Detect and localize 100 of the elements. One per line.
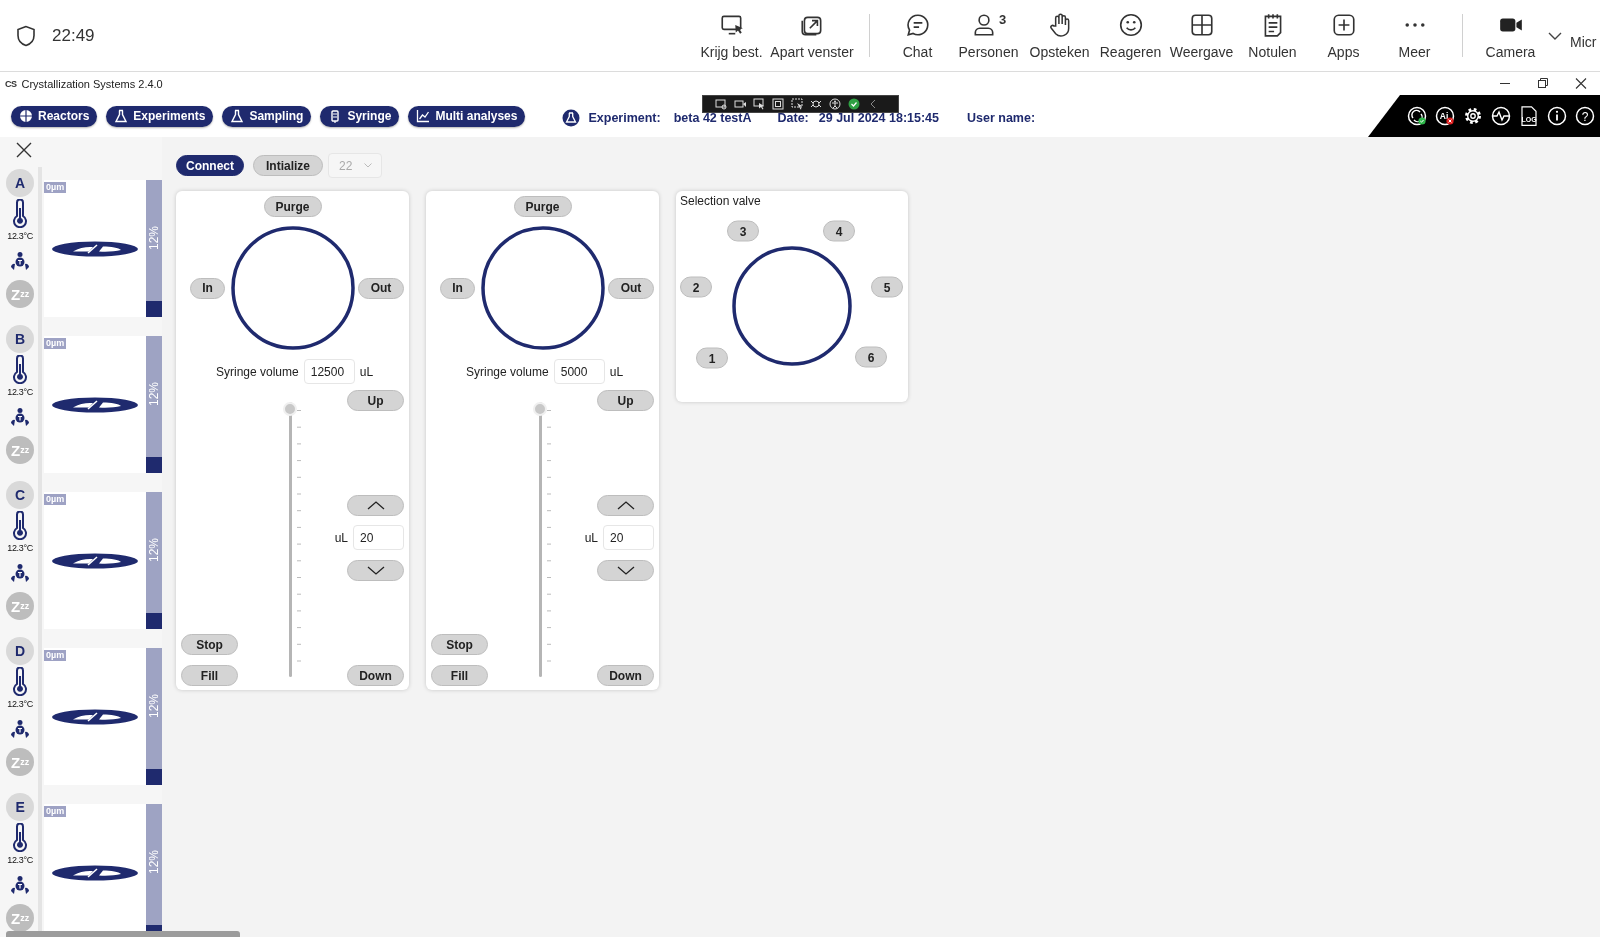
- step-up-button[interactable]: [347, 495, 404, 516]
- volume-slider[interactable]: [283, 402, 303, 677]
- info-icon[interactable]: [1547, 106, 1567, 126]
- nav-tab[interactable]: Experiments: [106, 105, 214, 127]
- valve-port-button[interactable]: 2: [680, 276, 712, 298]
- check-icon[interactable]: [848, 98, 860, 110]
- pulse-icon[interactable]: [1491, 106, 1511, 126]
- chat-icon: [904, 11, 931, 38]
- smiley-button[interactable]: Reageren: [1095, 0, 1166, 71]
- help-icon[interactable]: ?: [1575, 106, 1595, 126]
- size-badge: 0µm: [44, 338, 67, 349]
- unit-label: uL: [609, 364, 624, 379]
- up-button[interactable]: Up: [347, 390, 404, 411]
- step-field[interactable]: 20: [353, 525, 404, 550]
- cursor-icon[interactable]: [753, 98, 765, 110]
- monitor-cursor-button[interactable]: Krijg best.: [696, 0, 767, 71]
- valve-port-button[interactable]: 5: [871, 276, 903, 298]
- level-percent: 12%: [147, 538, 161, 562]
- level-percent: 12%: [147, 226, 161, 250]
- step-down-button[interactable]: [597, 560, 654, 581]
- stirrer-icon: [10, 720, 31, 739]
- thermometer-icon: [12, 511, 29, 540]
- slider-thumb[interactable]: [283, 402, 297, 416]
- chevron-down-icon[interactable]: [1548, 31, 1562, 40]
- fill-button[interactable]: Fill: [181, 665, 238, 686]
- chevron-down-icon: [616, 566, 635, 575]
- sync-status-icon[interactable]: [1407, 106, 1427, 126]
- chevron-down-icon: [364, 163, 373, 168]
- initialize-button[interactable]: Intialize: [253, 155, 323, 176]
- thermometer-icon: [12, 823, 29, 852]
- scrollbar[interactable]: [6, 931, 240, 937]
- sensor-icon[interactable]: [810, 98, 822, 110]
- stirrer-icon: [10, 876, 31, 895]
- toolbar-button[interactable]: Micr: [1570, 0, 1597, 71]
- reactor-letter[interactable]: D: [6, 637, 35, 665]
- grid-button[interactable]: Weergave: [1166, 0, 1237, 71]
- in-button[interactable]: In: [190, 277, 225, 299]
- valve-port-button[interactable]: 1: [696, 347, 728, 369]
- size-badge: 0µm: [44, 494, 67, 505]
- reactor-letter[interactable]: C: [6, 481, 35, 509]
- experiment-name: beta 42 testA: [673, 111, 752, 125]
- nav-tab[interactable]: Sampling: [222, 105, 312, 127]
- valve-port-button[interactable]: 3: [727, 220, 759, 242]
- more-button[interactable]: Meer: [1379, 0, 1450, 71]
- stirrer-icon: [10, 564, 31, 583]
- clock-time: 22:49: [52, 25, 95, 46]
- stop-button[interactable]: Stop: [181, 634, 238, 655]
- up-button[interactable]: Up: [597, 390, 654, 411]
- volume-field[interactable]: 5000: [553, 359, 605, 384]
- level-percent: 12%: [147, 382, 161, 406]
- connect-button[interactable]: Connect: [176, 155, 244, 176]
- ai-status-icon[interactable]: Ai: [1435, 106, 1455, 126]
- volume-slider[interactable]: [533, 402, 553, 677]
- nav-tab[interactable]: Multi analyses: [408, 105, 526, 127]
- fill-button[interactable]: Fill: [431, 665, 488, 686]
- stop-button[interactable]: Stop: [431, 634, 488, 655]
- camera-button[interactable]: Camera: [1475, 0, 1546, 71]
- plus-button[interactable]: Apps: [1308, 0, 1379, 71]
- size-badge: 0µm: [44, 182, 67, 193]
- valve-port-button[interactable]: 6: [855, 346, 887, 368]
- reactor-letter[interactable]: E: [6, 793, 35, 821]
- more-icon: [1404, 22, 1425, 27]
- shield-icon: [16, 24, 36, 47]
- date-value: 29 Jul 2024 18:15:45: [818, 111, 939, 125]
- out-button[interactable]: Out: [608, 277, 654, 299]
- volume-field[interactable]: 12500: [303, 359, 355, 384]
- down-button[interactable]: Down: [347, 665, 404, 686]
- close-icon[interactable]: [16, 142, 32, 158]
- frame-icon[interactable]: [772, 98, 784, 110]
- hand-button[interactable]: Opsteken: [1024, 0, 1095, 71]
- level-percent: 12%: [147, 694, 161, 718]
- grid-icon: [1188, 11, 1215, 38]
- settings-icon[interactable]: [1463, 106, 1483, 126]
- chat-button[interactable]: Chat: [882, 0, 953, 71]
- nav-tab[interactable]: Syringe: [320, 105, 400, 127]
- nav-tab[interactable]: Reactors: [11, 105, 98, 127]
- unit-label: uL: [334, 530, 348, 545]
- video-icon[interactable]: [734, 98, 746, 110]
- step-up-button[interactable]: [597, 495, 654, 516]
- reactor-letter[interactable]: B: [6, 325, 35, 353]
- person-button[interactable]: 3 Personen: [953, 0, 1024, 71]
- accessibility-icon[interactable]: [829, 98, 841, 110]
- chevron-up-icon: [366, 501, 385, 510]
- pinwheel-icon: [19, 109, 33, 123]
- purge-button[interactable]: Purge: [513, 196, 572, 217]
- valve-port-button[interactable]: 4: [823, 220, 855, 242]
- selection-icon[interactable]: [791, 98, 803, 110]
- step-field[interactable]: 20: [603, 525, 654, 550]
- in-button[interactable]: In: [440, 277, 475, 299]
- screen-settings-icon[interactable]: [715, 98, 727, 110]
- popout-button[interactable]: Apart venster: [767, 0, 857, 71]
- temperature-reading: 12.3°C: [7, 387, 33, 397]
- down-button[interactable]: Down: [597, 665, 654, 686]
- slider-thumb[interactable]: [533, 402, 547, 416]
- reactor-letter[interactable]: A: [6, 169, 35, 197]
- participant-count: 3: [998, 11, 1007, 27]
- purge-button[interactable]: Purge: [263, 196, 322, 217]
- notes-button[interactable]: Notulen: [1237, 0, 1308, 71]
- step-down-button[interactable]: [347, 560, 404, 581]
- out-button[interactable]: Out: [358, 277, 404, 299]
